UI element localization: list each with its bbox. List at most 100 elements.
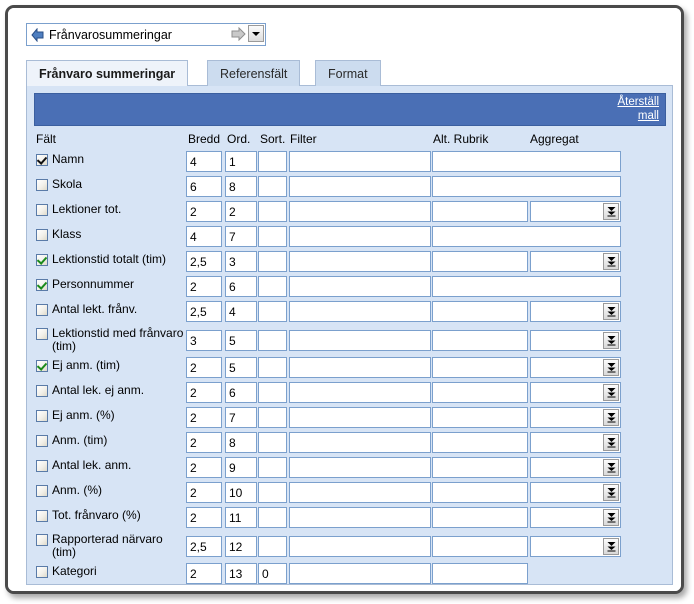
- aggregat-dropdown-button[interactable]: [603, 253, 619, 270]
- bredd-input[interactable]: 2: [186, 432, 222, 453]
- filter-input[interactable]: [289, 201, 431, 222]
- right-arrow-icon[interactable]: [230, 27, 246, 41]
- alt-rubrik-input[interactable]: [432, 482, 528, 503]
- sort-input[interactable]: [258, 276, 287, 297]
- sort-input[interactable]: [258, 382, 287, 403]
- filter-input[interactable]: [289, 507, 431, 528]
- field-checkbox[interactable]: [36, 385, 48, 397]
- ord-input[interactable]: 13: [225, 563, 257, 584]
- field-checkbox[interactable]: [36, 229, 48, 241]
- field-checkbox[interactable]: [36, 410, 48, 422]
- sort-input[interactable]: [258, 226, 287, 247]
- sort-input[interactable]: 0: [258, 563, 287, 584]
- alt-rubrik-input[interactable]: [432, 330, 528, 351]
- bredd-input[interactable]: 2: [186, 482, 222, 503]
- tab-franvaro-summeringar[interactable]: Frånvaro summeringar: [26, 60, 188, 86]
- field-checkbox[interactable]: [36, 435, 48, 447]
- aggregat-select[interactable]: [530, 457, 621, 478]
- alt-rubrik-input[interactable]: [432, 151, 621, 172]
- filter-input[interactable]: [289, 176, 431, 197]
- sort-input[interactable]: [258, 536, 287, 557]
- filter-input[interactable]: [289, 482, 431, 503]
- aggregat-select[interactable]: [530, 382, 621, 403]
- ord-input[interactable]: 3: [225, 251, 257, 272]
- bredd-input[interactable]: 2,5: [186, 301, 222, 322]
- aggregat-select[interactable]: [530, 507, 621, 528]
- bredd-input[interactable]: 4: [186, 226, 222, 247]
- filter-input[interactable]: [289, 536, 431, 557]
- bredd-input[interactable]: 4: [186, 151, 222, 172]
- filter-input[interactable]: [289, 226, 431, 247]
- bredd-input[interactable]: 2: [186, 507, 222, 528]
- ord-input[interactable]: 5: [225, 330, 257, 351]
- sort-input[interactable]: [258, 151, 287, 172]
- ord-input[interactable]: 6: [225, 276, 257, 297]
- bredd-input[interactable]: 2,5: [186, 251, 222, 272]
- filter-input[interactable]: [289, 357, 431, 378]
- sort-input[interactable]: [258, 357, 287, 378]
- ord-input[interactable]: 5: [225, 357, 257, 378]
- reset-template-link[interactable]: Återställ mall: [595, 95, 659, 123]
- aggregat-select[interactable]: [530, 482, 621, 503]
- filter-input[interactable]: [289, 301, 431, 322]
- aggregat-dropdown-button[interactable]: [603, 538, 619, 555]
- aggregat-dropdown-button[interactable]: [603, 434, 619, 451]
- alt-rubrik-input[interactable]: [432, 432, 528, 453]
- field-checkbox[interactable]: [36, 566, 48, 578]
- sort-input[interactable]: [258, 457, 287, 478]
- filter-input[interactable]: [289, 407, 431, 428]
- bredd-input[interactable]: 2: [186, 201, 222, 222]
- filter-input[interactable]: [289, 276, 431, 297]
- field-checkbox[interactable]: [36, 154, 48, 166]
- field-checkbox[interactable]: [36, 510, 48, 522]
- ord-input[interactable]: 8: [225, 432, 257, 453]
- aggregat-dropdown-button[interactable]: [603, 384, 619, 401]
- sort-input[interactable]: [258, 407, 287, 428]
- ord-input[interactable]: 1: [225, 151, 257, 172]
- aggregat-dropdown-button[interactable]: [603, 459, 619, 476]
- bredd-input[interactable]: 3: [186, 330, 222, 351]
- sort-input[interactable]: [258, 301, 287, 322]
- field-checkbox[interactable]: [36, 254, 48, 266]
- sort-input[interactable]: [258, 201, 287, 222]
- alt-rubrik-input[interactable]: [432, 536, 528, 557]
- aggregat-select[interactable]: [530, 201, 621, 222]
- ord-input[interactable]: 4: [225, 301, 257, 322]
- alt-rubrik-input[interactable]: [432, 407, 528, 428]
- field-checkbox[interactable]: [36, 460, 48, 472]
- alt-rubrik-input[interactable]: [432, 276, 621, 297]
- aggregat-dropdown-button[interactable]: [603, 203, 619, 220]
- alt-rubrik-input[interactable]: [432, 563, 528, 584]
- alt-rubrik-input[interactable]: [432, 201, 528, 222]
- filter-input[interactable]: [289, 151, 431, 172]
- alt-rubrik-input[interactable]: [432, 507, 528, 528]
- field-checkbox[interactable]: [36, 279, 48, 291]
- ord-input[interactable]: 9: [225, 457, 257, 478]
- field-checkbox[interactable]: [36, 304, 48, 316]
- sort-input[interactable]: [258, 507, 287, 528]
- alt-rubrik-input[interactable]: [432, 357, 528, 378]
- aggregat-dropdown-button[interactable]: [603, 303, 619, 320]
- ord-input[interactable]: 7: [225, 226, 257, 247]
- aggregat-select[interactable]: [530, 407, 621, 428]
- aggregat-select[interactable]: [530, 432, 621, 453]
- bredd-input[interactable]: 2: [186, 457, 222, 478]
- aggregat-select[interactable]: [530, 301, 621, 322]
- alt-rubrik-input[interactable]: [432, 457, 528, 478]
- aggregat-dropdown-button[interactable]: [603, 509, 619, 526]
- aggregat-dropdown-button[interactable]: [603, 484, 619, 501]
- filter-input[interactable]: [289, 563, 431, 584]
- field-checkbox[interactable]: [36, 179, 48, 191]
- aggregat-select[interactable]: [530, 357, 621, 378]
- alt-rubrik-input[interactable]: [432, 226, 621, 247]
- bredd-input[interactable]: 2: [186, 407, 222, 428]
- filter-input[interactable]: [289, 251, 431, 272]
- field-checkbox[interactable]: [36, 485, 48, 497]
- field-checkbox[interactable]: [36, 534, 48, 546]
- bredd-input[interactable]: 2: [186, 382, 222, 403]
- alt-rubrik-input[interactable]: [432, 382, 528, 403]
- aggregat-dropdown-button[interactable]: [603, 332, 619, 349]
- sort-input[interactable]: [258, 176, 287, 197]
- aggregat-select[interactable]: [530, 536, 621, 557]
- ord-input[interactable]: 2: [225, 201, 257, 222]
